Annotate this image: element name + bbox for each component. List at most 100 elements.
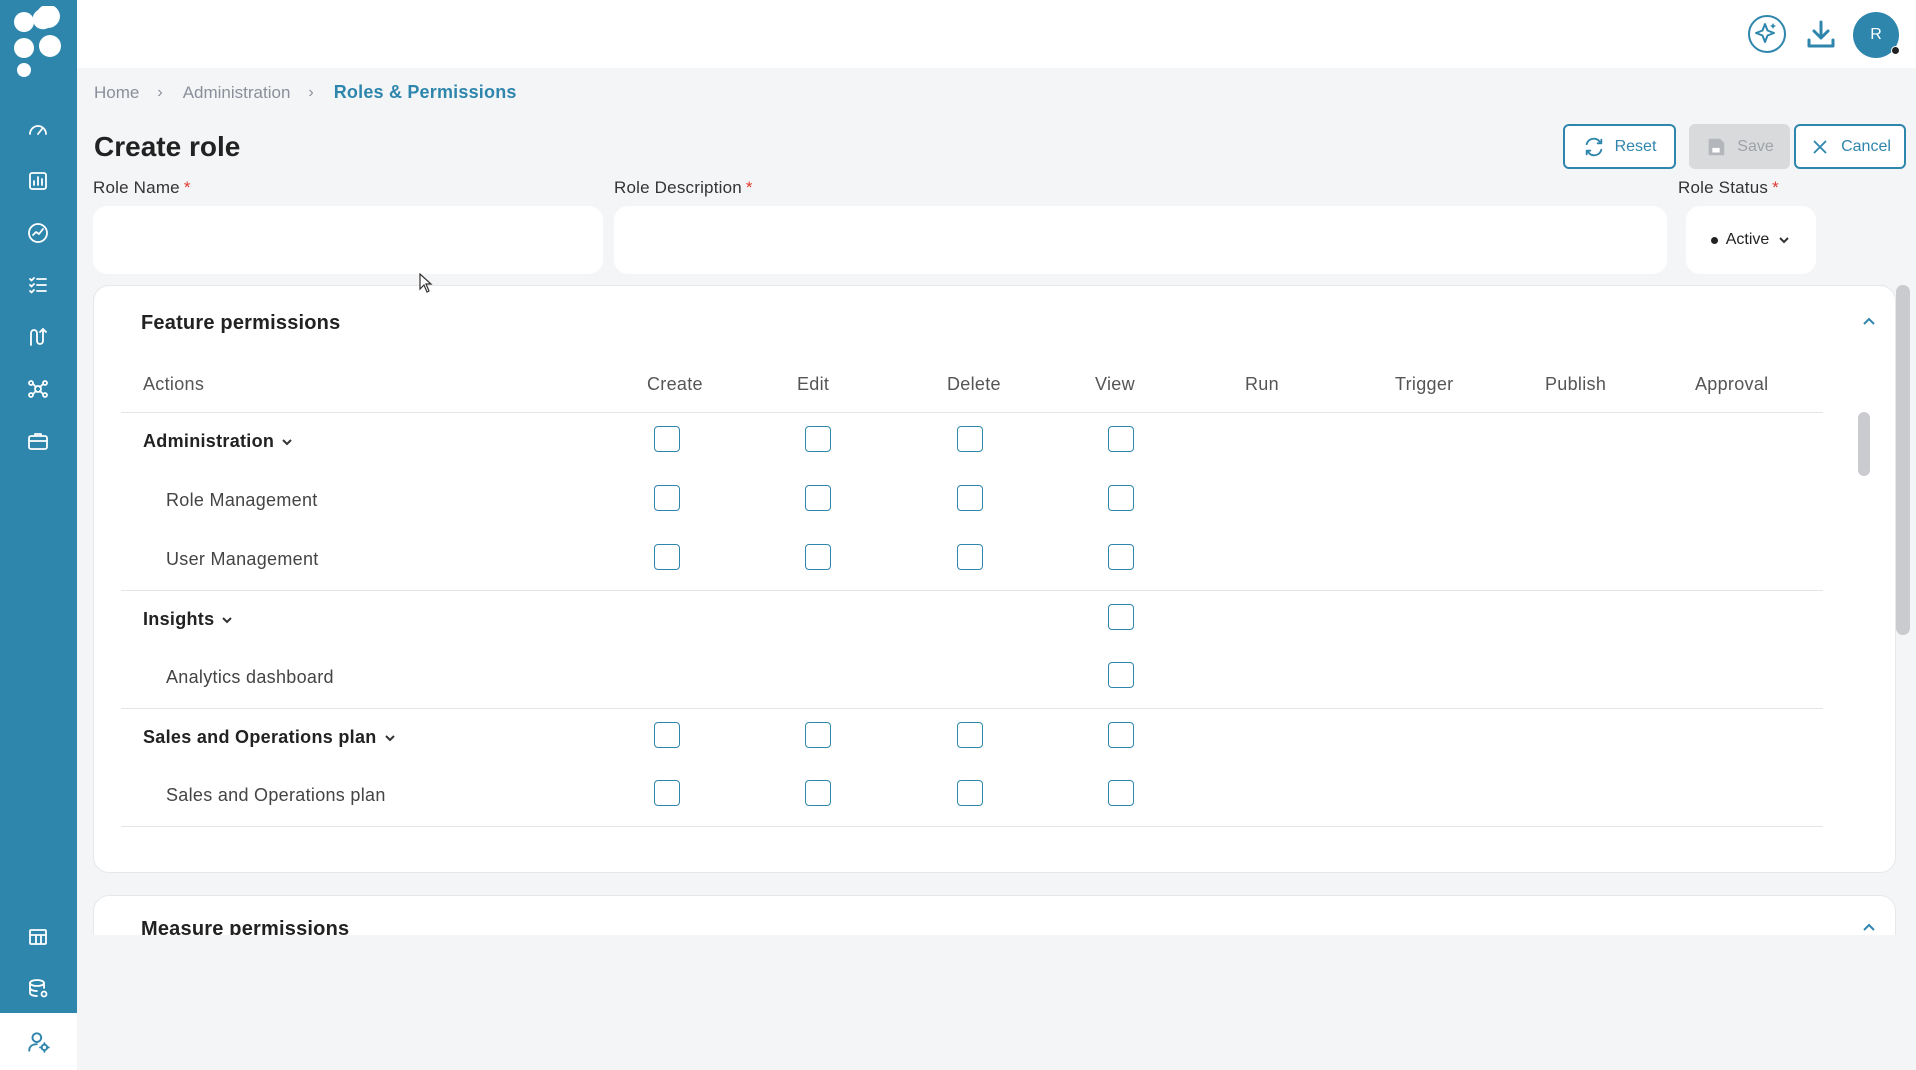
measure-permissions-panel: Measure permissions [93,895,1896,935]
chevron-down-icon [222,616,233,623]
column-header-trigger: Trigger [1395,374,1454,394]
sparkle-icon[interactable] [1745,12,1789,56]
download-icon[interactable] [1799,12,1843,56]
permission-row-administration: Administration [121,413,1823,472]
column-header-view: View [1095,374,1135,394]
chevron-down-icon [384,734,395,741]
column-header-delete: Delete [947,374,1001,394]
feature-permissions-title: Feature permissions [141,312,341,334]
save-button[interactable]: Save [1689,124,1790,169]
permission-row-sales-operations-group: Sales and Operations plan [121,708,1823,767]
table-scrollbar-thumb[interactable] [1858,412,1870,476]
table-scrollbar[interactable] [1855,412,1870,840]
checkbox-sop-group-edit[interactable] [805,722,831,748]
chevron-right-icon: › [157,83,163,101]
column-header-publish: Publish [1545,374,1607,394]
checkbox-insights-view[interactable] [1108,604,1134,630]
group-toggle-insights[interactable]: Insights [143,609,234,630]
checklist-icon[interactable] [23,270,53,300]
feature-permissions-panel: Feature permissions Actions Create Edit … [93,285,1896,873]
checkbox-sop-group-delete[interactable] [957,722,983,748]
cancel-button[interactable]: Cancel [1794,124,1906,169]
chevron-down-icon [282,438,292,445]
permission-row-insights: Insights [121,590,1823,649]
permission-row-partial [121,826,1823,835]
page-title: Create role [94,131,241,162]
checkbox-role-management-create[interactable] [654,485,680,511]
role-status-value: Active [1725,231,1770,248]
row-label: Role Management [166,490,318,510]
checkbox-sop-group-view[interactable] [1108,722,1134,748]
mouse-cursor-icon [419,273,433,293]
flow-route-icon[interactable] [23,322,53,352]
checkbox-administration-view[interactable] [1108,426,1134,452]
trend-circle-icon[interactable] [23,218,53,248]
breadcrumb-administration[interactable]: Administration [183,83,291,103]
row-label: User Management [166,549,319,569]
checkbox-role-management-edit[interactable] [805,485,831,511]
cancel-label: Cancel [1841,137,1891,155]
dashboard-gauge-icon[interactable] [23,114,53,144]
checkbox-user-management-view[interactable] [1108,544,1134,570]
user-avatar[interactable]: R [1853,12,1900,58]
reset-label: Reset [1614,137,1657,155]
briefcase-icon[interactable] [23,426,53,456]
role-status-label: Role Status * [1678,178,1779,197]
breadcrumb-home[interactable]: Home [94,83,139,103]
row-label: Analytics dashboard [166,667,334,687]
checkbox-role-management-delete[interactable] [957,485,983,511]
checkbox-sop-group-create[interactable] [654,722,680,748]
column-header-create: Create [647,374,703,394]
reset-button[interactable]: Reset [1563,124,1676,169]
column-header-actions: Actions [143,374,205,394]
checkbox-user-management-edit[interactable] [805,544,831,570]
column-header-approval: Approval [1695,374,1769,394]
breadcrumb-current: Roles & Permissions [333,82,517,102]
role-description-input[interactable] [614,206,1667,274]
sidebar [0,0,77,1070]
close-icon [1813,140,1827,153]
role-name-input[interactable] [93,206,603,274]
chevron-down-icon [1779,237,1789,244]
chevron-right-icon: › [308,83,314,101]
chevron-up-icon[interactable] [1861,920,1881,935]
role-status-select[interactable]: Active [1686,206,1816,274]
column-header-edit: Edit [797,374,830,394]
permission-row-analytics-dashboard: Analytics dashboard [121,649,1823,708]
checkbox-role-management-view[interactable] [1108,485,1134,511]
measure-permissions-title: Measure permissions [141,918,350,935]
permissions-table: Administration Role Management User Mana… [121,413,1823,835]
group-toggle-sales-operations[interactable]: Sales and Operations plan [143,727,397,748]
user-settings-icon[interactable] [0,1013,77,1070]
checkbox-analytics-dashboard-view[interactable] [1108,662,1134,688]
app-logo[interactable] [10,4,66,80]
checkbox-sop-plan-view[interactable] [1108,780,1134,806]
table-grid-icon[interactable] [23,922,53,952]
integration-nodes-icon[interactable] [23,374,53,404]
permission-row-sales-operations-plan: Sales and Operations plan [121,767,1823,826]
row-label: Sales and Operations plan [166,785,386,805]
checkbox-administration-delete[interactable] [957,426,983,452]
role-name-label: Role Name * [93,178,191,197]
group-toggle-administration[interactable]: Administration [143,431,294,452]
role-description-label: Role Description * [614,178,753,197]
permission-row-user-management: User Management [121,531,1823,590]
checkbox-user-management-delete[interactable] [957,544,983,570]
reset-arrows-icon [1585,137,1602,156]
avatar-initial: R [1870,26,1882,43]
report-chart-icon[interactable] [23,166,53,196]
checkbox-administration-create[interactable] [654,426,680,452]
column-header-run: Run [1245,374,1279,394]
checkbox-user-management-create[interactable] [654,544,680,570]
chevron-up-icon[interactable] [1861,314,1881,334]
breadcrumb: Home › Administration › Roles & Permissi… [94,82,517,103]
permission-row-role-management: Role Management [121,472,1823,531]
checkbox-sop-plan-edit[interactable] [805,780,831,806]
database-settings-icon[interactable] [23,974,53,1004]
save-floppy-icon [1708,138,1725,155]
page-scrollbar-thumb[interactable] [1896,285,1910,635]
checkbox-sop-plan-delete[interactable] [957,780,983,806]
online-status-dot [1891,46,1900,55]
checkbox-administration-edit[interactable] [805,426,831,452]
checkbox-sop-plan-create[interactable] [654,780,680,806]
